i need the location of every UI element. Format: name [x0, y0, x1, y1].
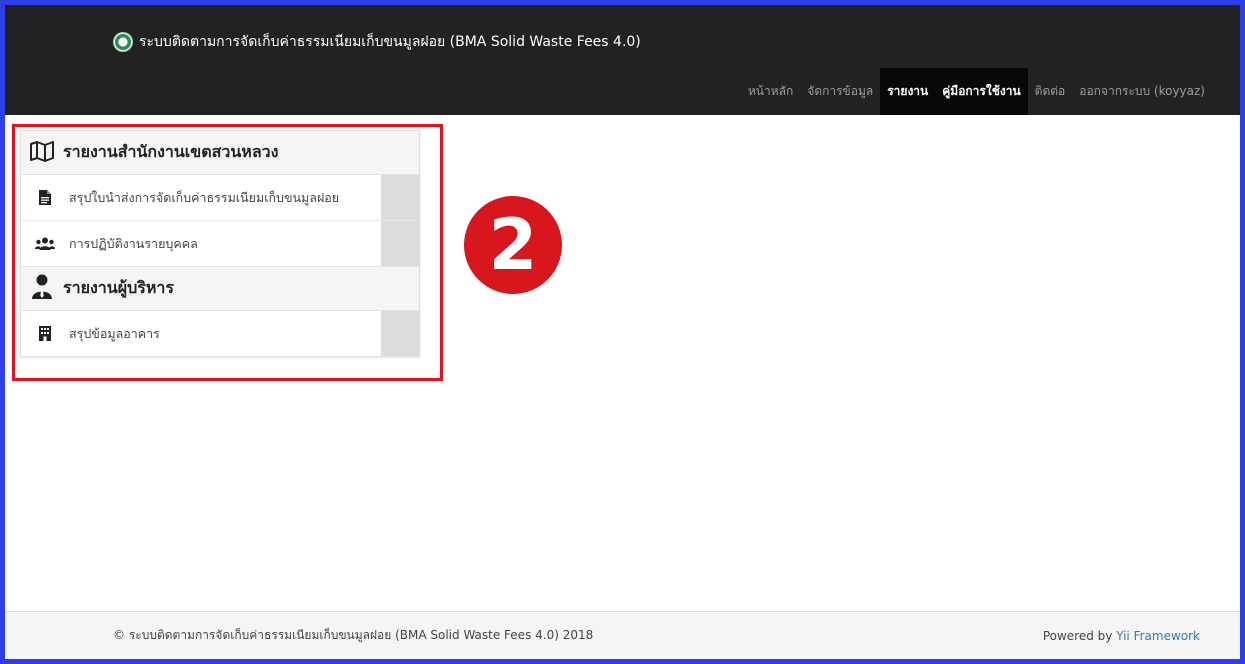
step-number-badge: 2: [464, 196, 562, 294]
section-heading-label: รายงานผู้บริหาร: [63, 278, 174, 297]
section-heading-label: รายงานสำนักงานเขตสวนหลวง: [63, 142, 279, 161]
building-icon: [21, 326, 69, 341]
menu-item-side-strip: [381, 175, 419, 220]
menu-item-label: สรุปข้อมูลอาคาร: [69, 325, 160, 341]
report-menu-panel: รายงานสำนักงานเขตสวนหลวง สรุปใบนำส่งการจ…: [20, 130, 420, 357]
footer: © ระบบติดตามการจัดเก็บค่าธรรมเนียมเก็บขน…: [5, 611, 1240, 659]
footer-powered-by: Powered by Yii Framework: [1043, 629, 1200, 643]
nav-item-manual[interactable]: คู่มือการใช้งาน: [935, 68, 1028, 115]
menu-item-side-strip: [381, 311, 419, 356]
footer-copyright: © ระบบติดตามการจัดเก็บค่าธรรมเนียมเก็บขน…: [113, 628, 594, 642]
menu-item-individual-performance[interactable]: การปฏิบัติงานรายบุคคล: [21, 221, 419, 267]
menu-item-label: การปฏิบัติงานรายบุคคล: [69, 235, 198, 251]
yii-framework-link[interactable]: Yii Framework: [1116, 629, 1200, 643]
menu-item-waste-fee-summary[interactable]: สรุปใบนำส่งการจัดเก็บค่าธรรมเนียมเก็บขนม…: [21, 175, 419, 221]
brand[interactable]: ระบบติดตามการจัดเก็บค่าธรรมเนียมเก็บขนมู…: [113, 29, 641, 55]
nav-item-data-management[interactable]: จัดการข้อมูล: [800, 68, 880, 115]
menu-item-label: สรุปใบนำส่งการจัดเก็บค่าธรรมเนียมเก็บขนม…: [69, 189, 340, 205]
navbar: ระบบติดตามการจัดเก็บค่าธรรมเนียมเก็บขนมู…: [5, 5, 1240, 115]
nav-item-reports[interactable]: รายงาน: [880, 68, 936, 115]
menu-item-building-summary[interactable]: สรุปข้อมูลอาคาร: [21, 311, 419, 357]
executive-icon: [29, 274, 55, 304]
nav-item-contact[interactable]: ติดต่อ: [1028, 68, 1073, 115]
bma-logo-icon: [113, 32, 133, 52]
users-icon: [21, 237, 69, 251]
powered-by-prefix: Powered by: [1042, 628, 1117, 643]
map-icon: [29, 140, 55, 166]
main-nav: หน้าหลัก จัดการข้อมูล รายงาน คู่มือการใช…: [741, 68, 1212, 115]
app-title: ระบบติดตามการจัดเก็บค่าธรรมเนียมเก็บขนมู…: [139, 34, 641, 50]
section-heading-executive-report: รายงานผู้บริหาร: [21, 267, 419, 311]
document-icon: [21, 190, 69, 205]
nav-item-logout[interactable]: ออกจากระบบ (koyyaz): [1072, 68, 1212, 115]
menu-item-side-strip: [381, 221, 419, 266]
nav-item-home[interactable]: หน้าหลัก: [741, 68, 800, 115]
section-heading-district-report: รายงานสำนักงานเขตสวนหลวง: [21, 131, 419, 175]
